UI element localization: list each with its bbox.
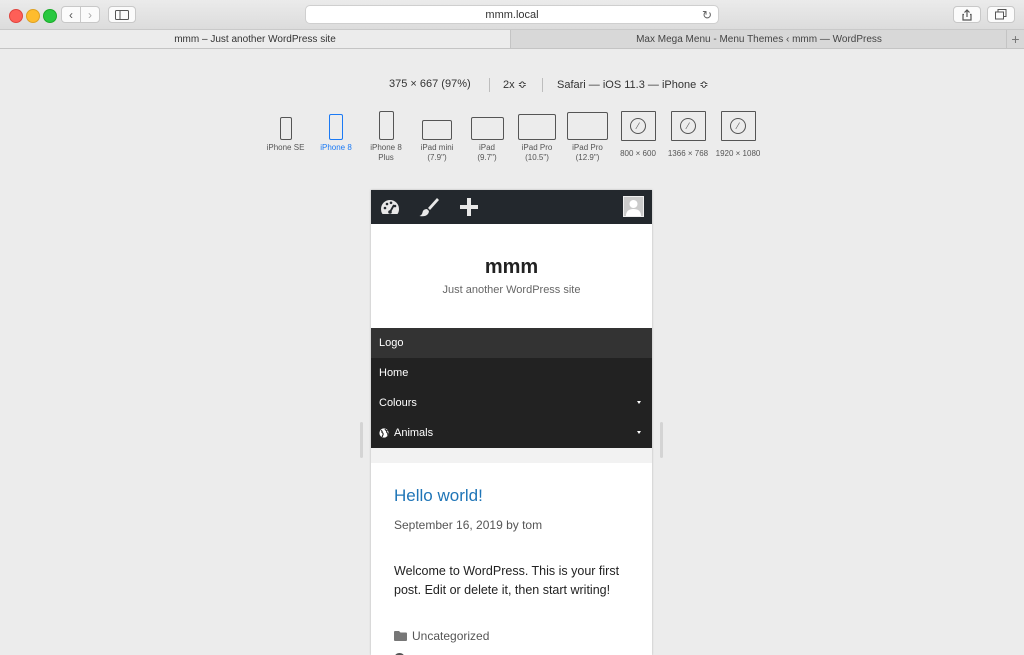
device-viewport: mmm Just another WordPress site Logo Hom… xyxy=(371,190,652,655)
post-meta: September 16, 2019 by tom xyxy=(394,518,543,532)
viewport-resize-handle-left[interactable] xyxy=(360,422,363,458)
share-icon xyxy=(962,8,972,21)
menu-item-home[interactable]: Home xyxy=(371,358,652,388)
ipad-icon xyxy=(470,117,504,140)
device-ipad-mini[interactable]: iPad mini (7.9") xyxy=(414,120,460,163)
sidebar-icon xyxy=(115,9,129,20)
device-ipad[interactable]: iPad (9.7") xyxy=(465,117,509,163)
device-iphone-8-plus[interactable]: iPhone 8 Plus xyxy=(364,111,408,163)
pixel-ratio-select[interactable]: 2x ≎ xyxy=(503,78,527,91)
user-avatar-icon xyxy=(626,200,641,216)
device-iphone-se[interactable]: iPhone SE xyxy=(262,117,309,153)
chevron-right-icon: › xyxy=(88,7,92,22)
device-ipad-pro-10-5[interactable]: iPad Pro (10.5") xyxy=(513,114,561,163)
compass-icon: ⁄ xyxy=(730,118,746,134)
viewport-dimensions[interactable]: 375 × 667 (97%) xyxy=(389,78,471,90)
share-button[interactable] xyxy=(953,6,981,23)
minimize-window-button[interactable] xyxy=(26,9,40,23)
caret-down-icon[interactable] xyxy=(637,431,641,434)
divider xyxy=(542,78,543,92)
desktop-window-icon: ⁄ xyxy=(670,111,706,141)
post-content: Welcome to WordPress. This is your first… xyxy=(394,564,620,597)
iphone-icon xyxy=(378,111,394,140)
user-agent-select[interactable]: Safari — iOS 11.3 — iPhone ≎ xyxy=(557,78,708,91)
reload-icon[interactable]: ↻ xyxy=(702,8,712,22)
tab-mmm-site[interactable]: mmm – Just another WordPress site xyxy=(0,30,511,48)
address-bar[interactable]: mmm.local ↻ xyxy=(305,5,719,24)
desktop-window-icon: ⁄ xyxy=(720,111,756,141)
responsive-design-info: 375 × 667 (97%) 2x ≎ Safari — iOS 11.3 —… xyxy=(0,78,1024,92)
wp-admin-bar xyxy=(371,190,652,224)
browser-toolbar: ‹ › mmm.local ↻ xyxy=(0,0,1024,30)
caret-down-icon[interactable] xyxy=(637,401,641,404)
site-header: mmm Just another WordPress site xyxy=(371,224,652,328)
ipad-icon xyxy=(567,112,608,140)
site-description: Just another WordPress site xyxy=(442,284,581,296)
menu-item-label: Home xyxy=(379,367,409,379)
plus-icon[interactable] xyxy=(458,197,480,217)
avatar[interactable] xyxy=(623,196,644,217)
mega-menu: Logo Home Colours Animals xyxy=(371,328,652,448)
iphone-icon xyxy=(279,117,292,140)
device-iphone-8[interactable]: iPhone 8 xyxy=(314,114,358,153)
menu-item-label: Colours xyxy=(379,397,417,409)
compass-icon: ⁄ xyxy=(630,118,646,134)
tab-mega-menu-themes[interactable]: Max Mega Menu - Menu Themes ‹ mmm — Word… xyxy=(512,30,1006,48)
sidebar-toggle-button[interactable] xyxy=(108,6,136,23)
ipad-icon xyxy=(422,120,452,140)
divider xyxy=(489,78,490,92)
chevron-left-icon: ‹ xyxy=(69,7,73,22)
menu-item-colours[interactable]: Colours xyxy=(371,388,652,418)
device-1366x768[interactable]: ⁄ 1366 × 768 xyxy=(662,111,714,159)
brush-icon[interactable] xyxy=(418,197,440,217)
menu-item-label: Logo xyxy=(379,337,404,349)
dashboard-icon[interactable] xyxy=(379,197,401,217)
url-text: mmm.local xyxy=(485,8,539,21)
menu-item-logo[interactable]: Logo xyxy=(371,328,652,358)
post-category: Uncategorized xyxy=(394,629,489,643)
globe-icon xyxy=(379,428,389,438)
new-tab-button[interactable]: + xyxy=(1006,30,1024,48)
menu-item-label: Animals xyxy=(394,427,434,439)
tabs-overview-icon xyxy=(995,9,1007,20)
forward-button[interactable]: › xyxy=(80,6,100,23)
close-window-button[interactable] xyxy=(9,9,23,23)
desktop-window-icon: ⁄ xyxy=(620,111,656,141)
compass-icon: ⁄ xyxy=(680,118,696,134)
iphone-icon xyxy=(329,114,343,140)
device-800x600[interactable]: ⁄ 800 × 600 xyxy=(615,111,661,159)
device-1920x1080[interactable]: ⁄ 1920 × 1080 xyxy=(712,111,764,159)
tab-bar: mmm – Just another WordPress site Max Me… xyxy=(0,30,1024,49)
device-ipad-pro-12-9[interactable]: iPad Pro (12.9") xyxy=(563,112,612,163)
back-button[interactable]: ‹ xyxy=(61,6,81,23)
site-title[interactable]: mmm xyxy=(371,256,652,279)
post-title-link[interactable]: Hello world! xyxy=(394,486,483,506)
category-link[interactable]: Uncategorized xyxy=(412,629,489,643)
show-all-tabs-button[interactable] xyxy=(987,6,1015,23)
ipad-icon xyxy=(518,114,556,140)
viewport-resize-handle-right[interactable] xyxy=(660,422,663,458)
folder-icon xyxy=(394,631,407,641)
post-article: Hello world! September 16, 2019 by tom W… xyxy=(371,463,652,655)
zoom-window-button[interactable] xyxy=(43,9,57,23)
menu-item-animals[interactable]: Animals xyxy=(371,418,652,448)
